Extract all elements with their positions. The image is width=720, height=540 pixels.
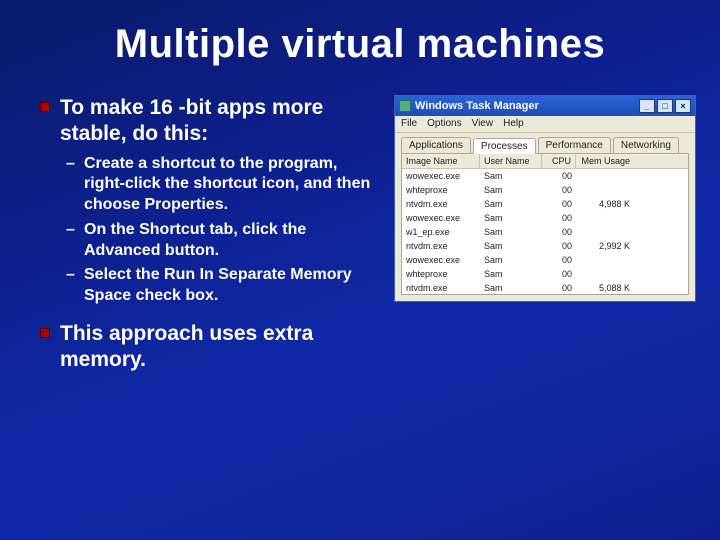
cell-mem: 5,088 K (576, 281, 634, 295)
slide-content: To make 16 -bit apps more stable, do thi… (0, 77, 720, 380)
cell-image-name: w1_ep.exe (402, 225, 480, 239)
process-list-pane: Image Name User Name CPU Mem Usage wowex… (401, 153, 689, 295)
cell-mem (576, 183, 634, 197)
dash-icon: – (66, 265, 78, 286)
minimize-button[interactable]: _ (639, 99, 655, 113)
maximize-button[interactable]: □ (657, 99, 673, 113)
sub-bullet-3: – Select the Run In Separate Memory Spac… (66, 265, 382, 307)
cell-image-name: wowexec.exe (402, 169, 480, 183)
cell-image-name: whteproxe (402, 267, 480, 281)
cell-mem (576, 169, 634, 183)
cell-cpu: 00 (542, 267, 576, 281)
list-rows: wowexec.exeSam00whteproxeSam00ntvdm.exeS… (402, 169, 688, 295)
sub-bullet-text: Create a shortcut to the program, right-… (84, 154, 382, 216)
cell-user-name: Sam (480, 267, 542, 281)
cell-image-name: wowexec.exe (402, 253, 480, 267)
cell-cpu: 00 (542, 169, 576, 183)
cell-user-name: Sam (480, 183, 542, 197)
slide-title: Multiple virtual machines (0, 0, 720, 77)
cell-user-name: Sam (480, 169, 542, 183)
table-row[interactable]: w1_ep.exeSam00 (402, 225, 688, 239)
dash-icon: – (66, 154, 78, 175)
cell-mem (576, 225, 634, 239)
cell-cpu: 00 (542, 211, 576, 225)
table-row[interactable]: wowexec.exeSam00 (402, 169, 688, 183)
task-manager-window: Windows Task Manager _ □ × File Options … (394, 95, 696, 302)
menu-bar: File Options View Help (395, 116, 695, 133)
cell-mem: 2,992 K (576, 239, 634, 253)
cell-cpu: 00 (542, 281, 576, 295)
tab-applications[interactable]: Applications (401, 137, 471, 153)
bullet-text: To make 16 -bit apps more stable, do thi… (60, 95, 382, 148)
tab-processes[interactable]: Processes (473, 138, 536, 154)
cell-image-name: ntvdm.exe (402, 239, 480, 253)
col-cpu[interactable]: CPU (542, 154, 576, 168)
table-row[interactable]: ntvdm.exeSam005,088 K (402, 281, 688, 295)
cell-cpu: 00 (542, 197, 576, 211)
cell-user-name: Sam (480, 281, 542, 295)
sub-bullet-2: – On the Shortcut tab, click the Advance… (66, 220, 382, 262)
table-row[interactable]: wowexec.exeSam00 (402, 211, 688, 225)
task-manager-screenshot: Windows Task Manager _ □ × File Options … (394, 95, 696, 302)
cell-image-name: wowexec.exe (402, 211, 480, 225)
cell-cpu: 00 (542, 253, 576, 267)
cell-image-name: whteproxe (402, 183, 480, 197)
sub-bullet-text: Select the Run In Separate Memory Space … (84, 265, 382, 307)
cell-user-name: Sam (480, 239, 542, 253)
tab-networking[interactable]: Networking (613, 137, 679, 153)
cell-mem: 4,988 K (576, 197, 634, 211)
col-mem-usage[interactable]: Mem Usage (576, 154, 634, 168)
square-bullet-icon (40, 102, 50, 112)
menu-options[interactable]: Options (427, 118, 461, 129)
bullet-item-2: This approach uses extra memory. (40, 321, 382, 374)
table-row[interactable]: wowexec.exeSam00 (402, 253, 688, 267)
cell-user-name: Sam (480, 253, 542, 267)
table-row[interactable]: ntvdm.exeSam004,988 K (402, 197, 688, 211)
window-titlebar: Windows Task Manager _ □ × (395, 96, 695, 116)
app-icon (399, 100, 411, 112)
menu-file[interactable]: File (401, 118, 417, 129)
table-row[interactable]: whteproxeSam00 (402, 183, 688, 197)
dash-icon: – (66, 220, 78, 241)
cell-cpu: 00 (542, 225, 576, 239)
tab-strip: Applications Processes Performance Netwo… (395, 133, 695, 153)
col-user-name[interactable]: User Name (480, 154, 542, 168)
tab-performance[interactable]: Performance (538, 137, 611, 153)
list-header: Image Name User Name CPU Mem Usage (402, 154, 688, 169)
cell-cpu: 00 (542, 183, 576, 197)
cell-mem (576, 267, 634, 281)
cell-mem (576, 253, 634, 267)
table-row[interactable]: ntvdm.exeSam002,992 K (402, 239, 688, 253)
sub-bullet-text: On the Shortcut tab, click the Advanced … (84, 220, 382, 262)
cell-image-name: ntvdm.exe (402, 281, 480, 295)
sub-bullet-list: – Create a shortcut to the program, righ… (66, 154, 382, 308)
cell-user-name: Sam (480, 197, 542, 211)
bullet-item-1: To make 16 -bit apps more stable, do thi… (40, 95, 382, 148)
menu-help[interactable]: Help (503, 118, 524, 129)
cell-user-name: Sam (480, 211, 542, 225)
table-row[interactable]: whteproxeSam00 (402, 267, 688, 281)
window-title: Windows Task Manager (415, 100, 637, 112)
text-column: To make 16 -bit apps more stable, do thi… (40, 95, 394, 380)
bullet-text: This approach uses extra memory. (60, 321, 382, 374)
cell-mem (576, 211, 634, 225)
cell-image-name: ntvdm.exe (402, 197, 480, 211)
menu-view[interactable]: View (472, 118, 494, 129)
square-bullet-icon (40, 328, 50, 338)
close-button[interactable]: × (675, 99, 691, 113)
cell-user-name: Sam (480, 225, 542, 239)
cell-cpu: 00 (542, 239, 576, 253)
sub-bullet-1: – Create a shortcut to the program, righ… (66, 154, 382, 216)
col-image-name[interactable]: Image Name (402, 154, 480, 168)
